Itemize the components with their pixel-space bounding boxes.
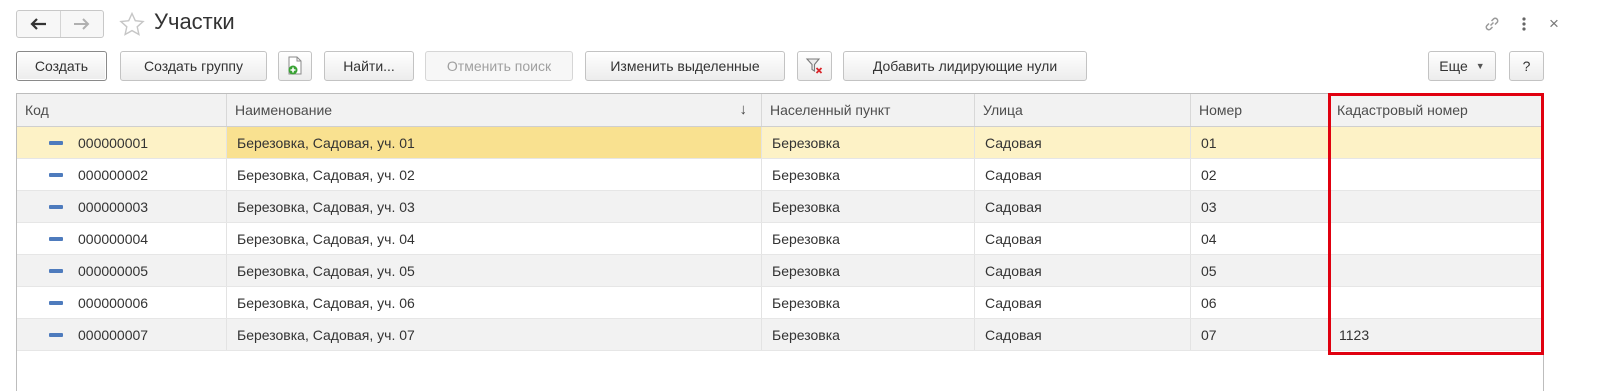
code-text: 000000006: [78, 294, 149, 311]
column-header-settlement[interactable]: Населенный пункт: [762, 94, 975, 126]
cell-name[interactable]: Березовка, Садовая, уч. 01: [227, 127, 762, 158]
column-header-street[interactable]: Улица: [975, 94, 1191, 126]
cell-settlement[interactable]: Березовка: [762, 127, 975, 158]
cell-code: 000000001: [17, 127, 227, 158]
cell-name[interactable]: Березовка, Садовая, уч. 06: [227, 287, 762, 318]
code-text: 000000002: [78, 166, 149, 183]
column-header-number[interactable]: Номер: [1191, 94, 1329, 126]
catalog-item-icon: [49, 300, 63, 305]
cell-street[interactable]: Садовая: [975, 191, 1191, 222]
cell-settlement[interactable]: Березовка: [762, 159, 975, 190]
cell-code: 000000007: [17, 319, 227, 350]
cell-settlement[interactable]: Березовка: [762, 223, 975, 254]
table-row[interactable]: 000000005 Березовка, Садовая, уч. 05 Бер…: [17, 255, 1543, 287]
cell-street[interactable]: Садовая: [975, 127, 1191, 158]
sort-down-icon: ↓: [739, 101, 748, 118]
cell-settlement[interactable]: Березовка: [762, 319, 975, 350]
code-text: 000000001: [78, 134, 149, 151]
column-header-code[interactable]: Код: [17, 94, 227, 126]
column-header-name-label: Наименование: [235, 102, 333, 118]
cell-number[interactable]: 07: [1191, 319, 1329, 350]
catalog-item-icon: [49, 172, 63, 177]
table-row[interactable]: 000000002 Березовка, Садовая, уч. 02 Бер…: [17, 159, 1543, 191]
filter-clear-icon: [805, 58, 822, 74]
cell-code: 000000002: [17, 159, 227, 190]
cell-number[interactable]: 06: [1191, 287, 1329, 318]
create-group-button[interactable]: Создать группу: [120, 51, 267, 81]
navigation-buttons: [16, 10, 104, 38]
cell-number[interactable]: 03: [1191, 191, 1329, 222]
cancel-search-button[interactable]: Отменить поиск: [425, 51, 573, 81]
code-text: 000000003: [78, 198, 149, 215]
table-row[interactable]: 000000006 Березовка, Садовая, уч. 06 Бер…: [17, 287, 1543, 319]
catalog-item-icon: [49, 332, 63, 337]
arrow-left-icon: [30, 18, 47, 30]
help-button[interactable]: ?: [1509, 51, 1544, 81]
column-header-cadastral[interactable]: Кадастровый номер: [1329, 94, 1543, 126]
favorite-star-icon[interactable]: [118, 11, 146, 39]
find-button[interactable]: Найти...: [324, 51, 414, 81]
cell-settlement[interactable]: Березовка: [762, 287, 975, 318]
column-header-name[interactable]: Наименование ↓: [227, 94, 762, 126]
more-vertical-icon[interactable]: [1515, 12, 1533, 36]
more-button[interactable]: Еще ▼: [1428, 51, 1496, 81]
cell-settlement[interactable]: Березовка: [762, 255, 975, 286]
add-leading-zeros-button[interactable]: Добавить лидирующие нули: [843, 51, 1087, 81]
cell-street[interactable]: Садовая: [975, 255, 1191, 286]
more-button-label: Еще: [1439, 58, 1468, 74]
cell-code: 000000004: [17, 223, 227, 254]
table-row[interactable]: 000000003 Березовка, Садовая, уч. 03 Бер…: [17, 191, 1543, 223]
cell-name[interactable]: Березовка, Садовая, уч. 07: [227, 319, 762, 350]
cell-cadastral[interactable]: [1329, 127, 1543, 158]
cell-cadastral[interactable]: [1329, 191, 1543, 222]
table-row[interactable]: 000000004 Березовка, Садовая, уч. 04 Бер…: [17, 223, 1543, 255]
copy-button[interactable]: [278, 51, 312, 81]
cell-cadastral[interactable]: [1329, 255, 1543, 286]
title-bar: Участки ×: [0, 0, 1600, 46]
cell-street[interactable]: Садовая: [975, 223, 1191, 254]
cell-cadastral[interactable]: [1329, 287, 1543, 318]
cell-number[interactable]: 01: [1191, 127, 1329, 158]
cell-name[interactable]: Березовка, Садовая, уч. 04: [227, 223, 762, 254]
table-row[interactable]: 000000001 Березовка, Садовая, уч. 01 Бер…: [17, 127, 1543, 159]
page-title: Участки: [154, 9, 235, 34]
back-button[interactable]: [17, 11, 60, 37]
cell-cadastral[interactable]: 1123: [1329, 319, 1543, 350]
table-header: Код Наименование ↓ Населенный пункт Улиц…: [17, 94, 1543, 127]
cell-number[interactable]: 04: [1191, 223, 1329, 254]
chevron-down-icon: ▼: [1475, 61, 1485, 71]
cell-number[interactable]: 05: [1191, 255, 1329, 286]
catalog-item-icon: [49, 236, 63, 241]
cell-cadastral[interactable]: [1329, 159, 1543, 190]
catalog-item-icon: [49, 268, 63, 273]
create-button[interactable]: Создать: [16, 51, 107, 81]
code-text: 000000004: [78, 230, 149, 247]
cell-name[interactable]: Березовка, Садовая, уч. 05: [227, 255, 762, 286]
link-icon[interactable]: [1480, 12, 1504, 36]
cell-name[interactable]: Березовка, Садовая, уч. 03: [227, 191, 762, 222]
cell-settlement[interactable]: Березовка: [762, 191, 975, 222]
forward-button[interactable]: [59, 11, 104, 37]
close-icon[interactable]: ×: [1545, 12, 1563, 36]
code-text: 000000005: [78, 262, 149, 279]
catalog-item-icon: [49, 204, 63, 209]
cell-name[interactable]: Березовка, Садовая, уч. 02: [227, 159, 762, 190]
arrow-right-icon: [73, 18, 90, 30]
add-copy-icon: [288, 56, 302, 75]
catalog-item-icon: [49, 140, 63, 145]
data-table[interactable]: Код Наименование ↓ Населенный пункт Улиц…: [16, 93, 1544, 391]
cell-code: 000000003: [17, 191, 227, 222]
cell-number[interactable]: 02: [1191, 159, 1329, 190]
clear-filter-button[interactable]: [797, 51, 832, 81]
cell-street[interactable]: Садовая: [975, 287, 1191, 318]
cell-street[interactable]: Садовая: [975, 159, 1191, 190]
edit-selected-button[interactable]: Изменить выделенные: [585, 51, 785, 81]
cell-street[interactable]: Садовая: [975, 319, 1191, 350]
code-text: 000000007: [78, 326, 149, 343]
cell-code: 000000005: [17, 255, 227, 286]
cell-code: 000000006: [17, 287, 227, 318]
table-row[interactable]: 000000007 Березовка, Садовая, уч. 07 Бер…: [17, 319, 1543, 351]
cell-cadastral[interactable]: [1329, 223, 1543, 254]
